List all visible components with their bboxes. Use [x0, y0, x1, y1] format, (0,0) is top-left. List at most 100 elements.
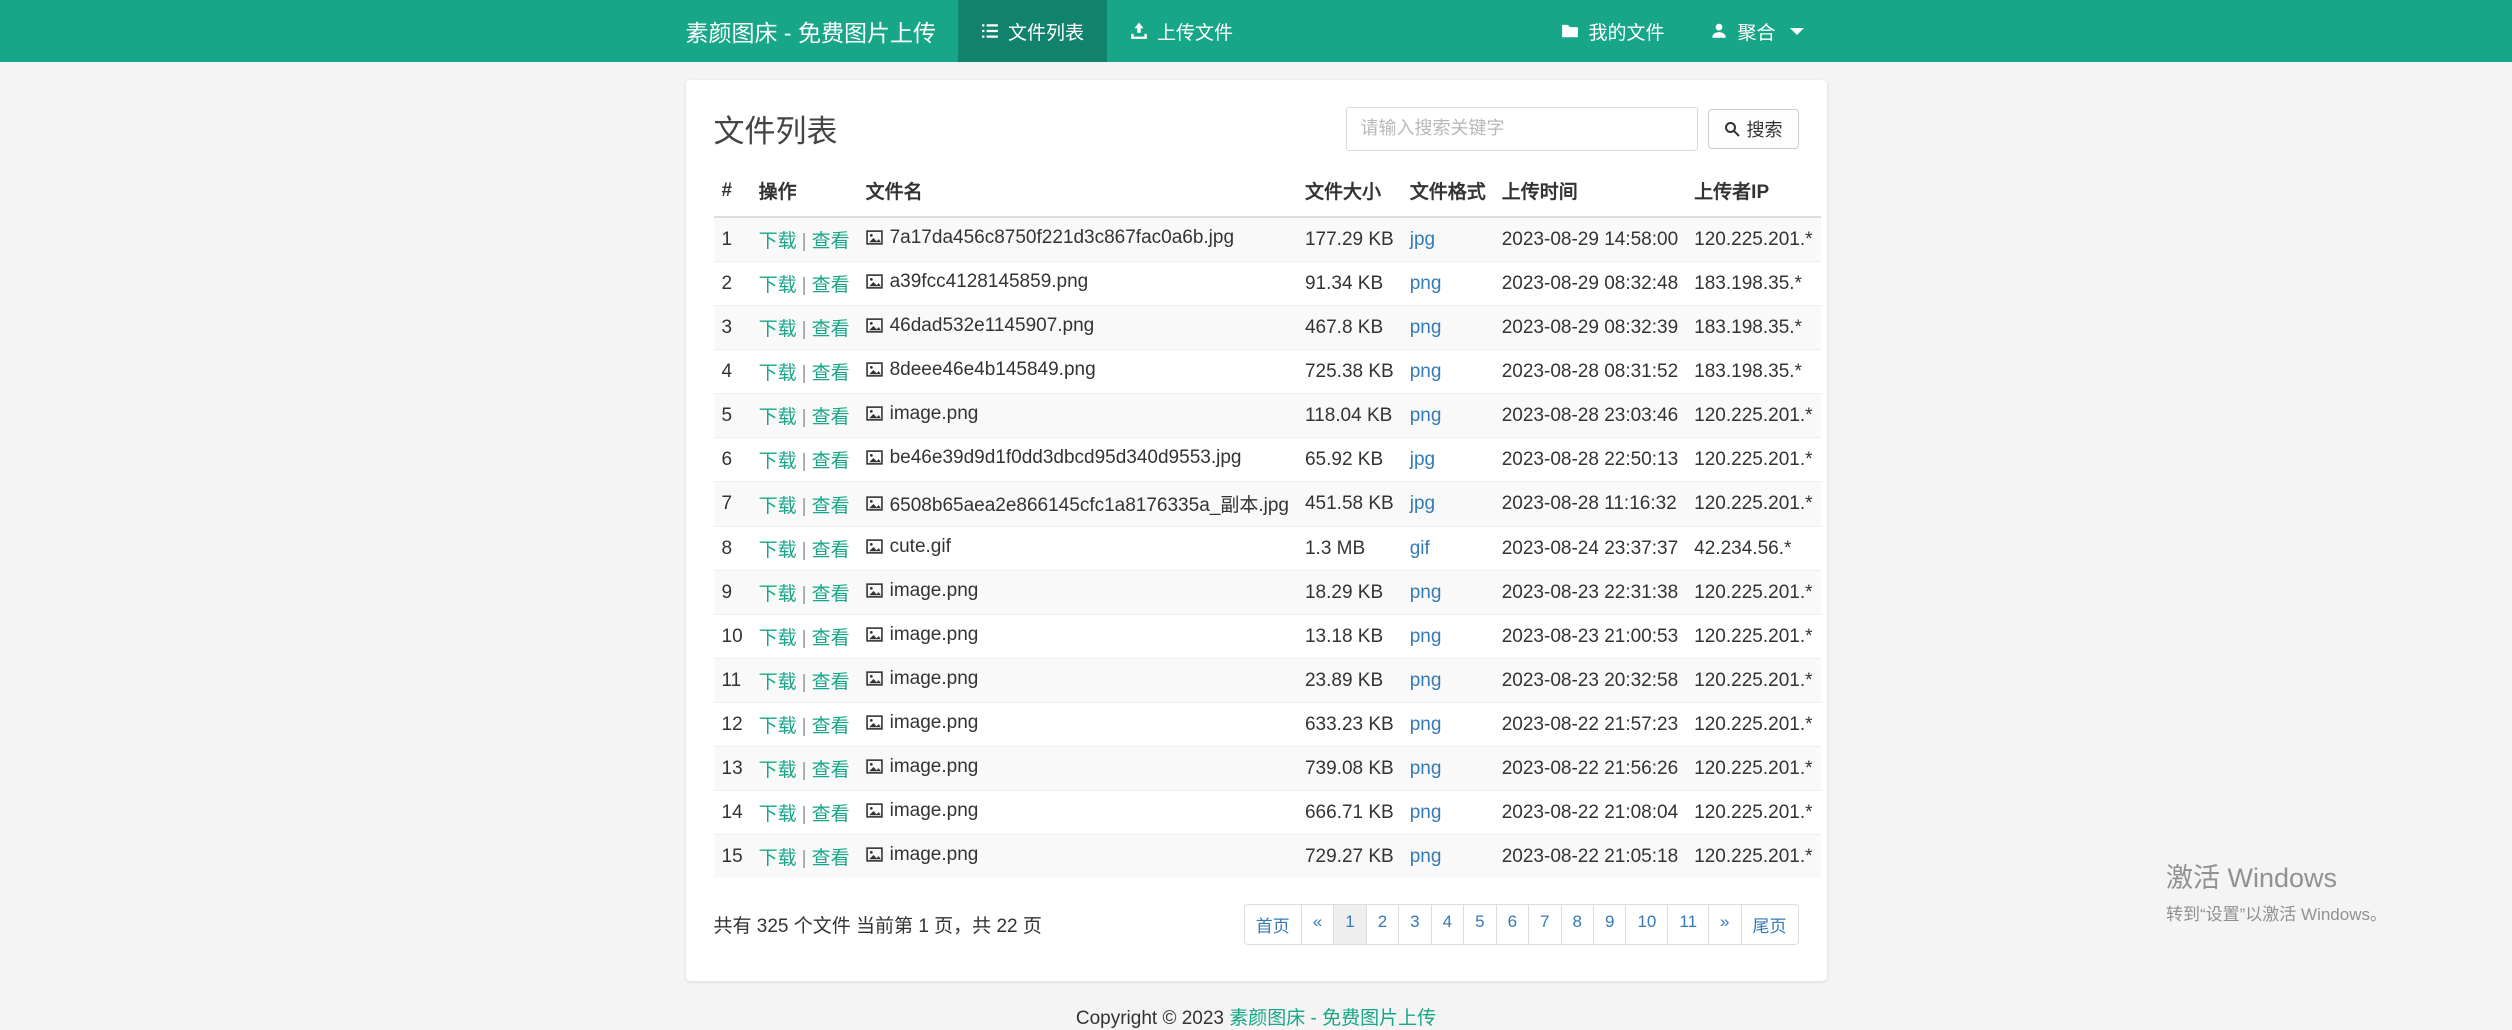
download-link[interactable]: 下载	[759, 231, 797, 252]
view-link[interactable]: 查看	[812, 804, 850, 825]
page-button[interactable]: «	[1301, 904, 1334, 945]
cell-index: 13	[714, 747, 751, 791]
nav-item-my-files[interactable]: 我的文件	[1538, 0, 1687, 62]
page-button[interactable]: »	[1708, 904, 1741, 945]
list-icon	[981, 22, 999, 40]
caret-down-icon	[1790, 28, 1804, 35]
table-row: 5 下载|查看 image.png 118.04 KB png 2023-08-…	[714, 394, 1821, 438]
table-row: 11 下载|查看 image.png 23.89 KB png 2023-08-…	[714, 659, 1821, 703]
format-link[interactable]: png	[1410, 317, 1442, 338]
cell-time: 2023-08-28 23:03:46	[1494, 394, 1686, 438]
cell-format: png	[1402, 306, 1494, 350]
view-link[interactable]: 查看	[812, 760, 850, 781]
format-link[interactable]: png	[1410, 626, 1442, 647]
cell-time: 2023-08-29 14:58:00	[1494, 217, 1686, 262]
cell-filename: image.png	[858, 703, 1297, 747]
view-link[interactable]: 查看	[812, 628, 850, 649]
page-button[interactable]: 6	[1496, 904, 1529, 945]
format-link[interactable]: png	[1410, 405, 1442, 426]
nav-item-upload[interactable]: 上传文件	[1107, 0, 1256, 62]
download-link[interactable]: 下载	[759, 848, 797, 869]
view-link[interactable]: 查看	[812, 496, 850, 517]
page-button[interactable]: 11	[1667, 904, 1709, 945]
action-separator: |	[802, 672, 807, 693]
nav-item-label: 文件列表	[1008, 18, 1084, 45]
download-link[interactable]: 下载	[759, 584, 797, 605]
download-link[interactable]: 下载	[759, 407, 797, 428]
format-link[interactable]: png	[1410, 758, 1442, 779]
format-link[interactable]: png	[1410, 273, 1442, 294]
cell-filename: image.png	[858, 791, 1297, 835]
page-button[interactable]: 8	[1561, 904, 1594, 945]
format-link[interactable]: png	[1410, 714, 1442, 735]
cell-index: 3	[714, 306, 751, 350]
download-link[interactable]: 下载	[759, 804, 797, 825]
footer-site-link[interactable]: 素颜图床 - 免费图片上传	[1229, 1008, 1436, 1029]
image-file-icon	[866, 405, 883, 422]
table-row: 1 下载|查看 7a17da456c8750f221d3c867fac0a6b.…	[714, 217, 1821, 262]
view-link[interactable]: 查看	[812, 451, 850, 472]
view-link[interactable]: 查看	[812, 275, 850, 296]
download-link[interactable]: 下载	[759, 628, 797, 649]
view-link[interactable]: 查看	[812, 584, 850, 605]
format-link[interactable]: gif	[1410, 538, 1430, 559]
brand[interactable]: 素颜图床 - 免费图片上传	[686, 0, 958, 62]
download-link[interactable]: 下载	[759, 672, 797, 693]
view-link[interactable]: 查看	[812, 319, 850, 340]
cell-index: 7	[714, 482, 751, 527]
download-link[interactable]: 下载	[759, 496, 797, 517]
page-button[interactable]: 9	[1593, 904, 1626, 945]
view-link[interactable]: 查看	[812, 363, 850, 384]
view-link[interactable]: 查看	[812, 716, 850, 737]
table-row: 14 下载|查看 image.png 666.71 KB png 2023-08…	[714, 791, 1821, 835]
page-button[interactable]: 3	[1398, 904, 1431, 945]
page-button[interactable]: 1	[1333, 904, 1366, 945]
format-link[interactable]: jpg	[1410, 229, 1435, 250]
download-link[interactable]: 下载	[759, 363, 797, 384]
format-link[interactable]: png	[1410, 846, 1442, 867]
cell-format: png	[1402, 835, 1494, 879]
image-file-icon	[866, 449, 883, 466]
nav-dropdown-aggregate[interactable]: 聚合	[1687, 0, 1826, 62]
page-button[interactable]: 首页	[1244, 904, 1302, 945]
page-button[interactable]: 5	[1463, 904, 1496, 945]
format-link[interactable]: png	[1410, 802, 1442, 823]
view-link[interactable]: 查看	[812, 848, 850, 869]
page-button[interactable]: 7	[1528, 904, 1561, 945]
cell-ip: 183.198.35.*	[1686, 262, 1820, 306]
view-link[interactable]: 查看	[812, 672, 850, 693]
nav-item-label: 聚合	[1737, 18, 1775, 45]
page-button[interactable]: 2	[1366, 904, 1399, 945]
column-header: 文件名	[858, 165, 1297, 217]
format-link[interactable]: png	[1410, 582, 1442, 603]
nav-item-file-list[interactable]: 文件列表	[958, 0, 1107, 62]
download-link[interactable]: 下载	[759, 275, 797, 296]
view-link[interactable]: 查看	[812, 231, 850, 252]
search-input[interactable]	[1346, 107, 1698, 151]
format-link[interactable]: png	[1410, 670, 1442, 691]
download-link[interactable]: 下载	[759, 451, 797, 472]
format-link[interactable]: png	[1410, 361, 1442, 382]
search-icon	[1724, 121, 1740, 137]
page-button[interactable]: 尾页	[1741, 904, 1799, 945]
view-link[interactable]: 查看	[812, 407, 850, 428]
table-row: 15 下载|查看 image.png 729.27 KB png 2023-08…	[714, 835, 1821, 879]
format-link[interactable]: jpg	[1410, 493, 1435, 514]
download-link[interactable]: 下载	[759, 716, 797, 737]
cell-ip: 120.225.201.*	[1686, 482, 1820, 527]
cell-ip: 120.225.201.*	[1686, 394, 1820, 438]
page-button[interactable]: 10	[1625, 904, 1668, 945]
search-button[interactable]: 搜索	[1708, 109, 1799, 149]
cell-time: 2023-08-28 08:31:52	[1494, 350, 1686, 394]
download-link[interactable]: 下载	[759, 319, 797, 340]
table-row: 2 下载|查看 a39fcc4128145859.png 91.34 KB pn…	[714, 262, 1821, 306]
page-button[interactable]: 4	[1431, 904, 1464, 945]
image-file-icon	[866, 229, 883, 246]
cell-time: 2023-08-23 21:00:53	[1494, 615, 1686, 659]
download-link[interactable]: 下载	[759, 540, 797, 561]
filename-text: cute.gif	[890, 536, 951, 558]
image-file-icon	[866, 670, 883, 687]
view-link[interactable]: 查看	[812, 540, 850, 561]
download-link[interactable]: 下载	[759, 760, 797, 781]
format-link[interactable]: jpg	[1410, 449, 1435, 470]
